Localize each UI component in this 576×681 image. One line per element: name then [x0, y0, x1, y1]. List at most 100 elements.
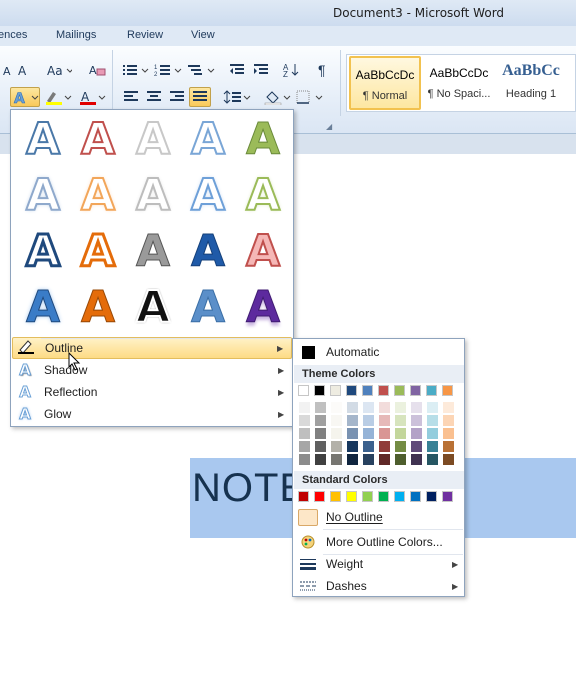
effect-style-3-1[interactable]: A: [15, 224, 71, 280]
standard-color-swatch[interactable]: [394, 491, 405, 502]
theme-color-shade-swatch[interactable]: [299, 415, 310, 426]
shrink-font-button[interactable]: A: [0, 60, 16, 80]
effect-style-2-2[interactable]: A: [70, 168, 126, 224]
theme-color-shade-swatch[interactable]: [443, 402, 454, 413]
theme-color-shade-swatch[interactable]: [395, 428, 406, 439]
theme-color-swatch[interactable]: [426, 385, 437, 396]
theme-color-shade-swatch[interactable]: [427, 428, 438, 439]
effect-style-4-1[interactable]: A: [15, 280, 71, 336]
theme-color-shade-swatch[interactable]: [299, 402, 310, 413]
align-left-button[interactable]: [120, 87, 142, 107]
theme-color-swatch[interactable]: [362, 385, 373, 396]
menu-item-outline[interactable]: Outline ▶: [12, 337, 292, 359]
weight-item[interactable]: Weight ▶: [294, 553, 464, 575]
effect-style-4-4[interactable]: A: [180, 280, 236, 336]
theme-color-shade-swatch[interactable]: [395, 402, 406, 413]
theme-color-shade-swatch[interactable]: [331, 454, 342, 465]
theme-color-swatch[interactable]: [330, 385, 341, 396]
change-case-button[interactable]: Aa: [45, 60, 73, 80]
style-normal[interactable]: AaBbCcDc ¶ Normal: [349, 56, 421, 110]
theme-color-shade-swatch[interactable]: [443, 441, 454, 452]
clear-formatting-button[interactable]: A: [86, 60, 108, 80]
standard-color-swatch[interactable]: [426, 491, 437, 502]
theme-color-shade-swatch[interactable]: [379, 454, 390, 465]
effect-style-1-3[interactable]: A: [125, 112, 181, 168]
theme-color-shade-swatch[interactable]: [363, 402, 374, 413]
theme-color-shade-swatch[interactable]: [315, 415, 326, 426]
theme-color-swatch[interactable]: [442, 385, 453, 396]
theme-color-shade-swatch[interactable]: [427, 415, 438, 426]
theme-color-swatch[interactable]: [378, 385, 389, 396]
theme-color-shade-swatch[interactable]: [427, 441, 438, 452]
tab-mailings[interactable]: Mailings: [56, 29, 96, 41]
theme-color-shade-swatch[interactable]: [411, 415, 422, 426]
theme-color-shade-swatch[interactable]: [395, 454, 406, 465]
theme-color-shade-swatch[interactable]: [347, 415, 358, 426]
automatic-color-item[interactable]: Automatic: [294, 341, 464, 363]
theme-color-shade-swatch[interactable]: [331, 428, 342, 439]
standard-color-swatch[interactable]: [346, 491, 357, 502]
effect-style-2-5[interactable]: A: [235, 168, 291, 224]
effect-style-4-2[interactable]: A: [70, 280, 126, 336]
effect-style-1-4[interactable]: A: [180, 112, 236, 168]
effect-style-4-3[interactable]: A: [125, 280, 181, 336]
bullets-button[interactable]: [120, 60, 150, 80]
effect-style-1-1[interactable]: A: [15, 112, 71, 168]
theme-color-shade-swatch[interactable]: [347, 441, 358, 452]
theme-color-shade-swatch[interactable]: [299, 441, 310, 452]
effect-style-2-1[interactable]: A: [15, 168, 71, 224]
theme-color-shade-swatch[interactable]: [411, 402, 422, 413]
highlight-color-button[interactable]: [44, 87, 72, 107]
justify-button[interactable]: [189, 87, 211, 107]
no-outline-item[interactable]: No Outline: [294, 506, 464, 528]
theme-color-shade-swatch[interactable]: [379, 402, 390, 413]
align-right-button[interactable]: [166, 87, 188, 107]
menu-item-glow[interactable]: A Glow ▶: [12, 403, 292, 425]
theme-color-shade-swatch[interactable]: [379, 415, 390, 426]
numbering-button[interactable]: 12: [153, 60, 183, 80]
borders-button[interactable]: [294, 87, 324, 107]
font-color-button[interactable]: A: [78, 87, 106, 107]
standard-color-swatch[interactable]: [330, 491, 341, 502]
theme-color-shade-swatch[interactable]: [379, 441, 390, 452]
theme-color-swatch[interactable]: [346, 385, 357, 396]
theme-color-shade-swatch[interactable]: [427, 454, 438, 465]
theme-color-shade-swatch[interactable]: [347, 428, 358, 439]
theme-color-shade-swatch[interactable]: [347, 454, 358, 465]
effect-style-3-3[interactable]: A: [125, 224, 181, 280]
theme-color-shade-swatch[interactable]: [363, 415, 374, 426]
standard-color-swatch[interactable]: [314, 491, 325, 502]
theme-color-swatch[interactable]: [314, 385, 325, 396]
theme-color-shade-swatch[interactable]: [299, 454, 310, 465]
menu-item-reflection[interactable]: A Reflection ▶: [12, 381, 292, 403]
theme-color-shade-swatch[interactable]: [347, 402, 358, 413]
theme-color-shade-swatch[interactable]: [331, 402, 342, 413]
theme-color-shade-swatch[interactable]: [331, 441, 342, 452]
theme-color-shade-swatch[interactable]: [379, 428, 390, 439]
standard-color-swatch[interactable]: [442, 491, 453, 502]
shading-button[interactable]: [262, 87, 292, 107]
effect-style-1-2[interactable]: A: [70, 112, 126, 168]
theme-color-swatch[interactable]: [410, 385, 421, 396]
effect-style-3-2[interactable]: A: [70, 224, 126, 280]
theme-color-shade-swatch[interactable]: [443, 428, 454, 439]
theme-color-swatch[interactable]: [298, 385, 309, 396]
theme-color-shade-swatch[interactable]: [411, 428, 422, 439]
theme-color-shade-swatch[interactable]: [443, 454, 454, 465]
standard-color-swatch[interactable]: [298, 491, 309, 502]
effect-style-1-5[interactable]: A: [235, 112, 291, 168]
increase-indent-button[interactable]: [250, 60, 272, 80]
style-heading-1[interactable]: AaBbCc Heading 1: [495, 56, 567, 110]
grow-font-button[interactable]: A: [16, 60, 32, 80]
menu-item-shadow[interactable]: A Shadow ▶: [12, 359, 292, 381]
more-outline-colors-item[interactable]: More Outline Colors...: [294, 531, 464, 553]
theme-color-shade-swatch[interactable]: [363, 454, 374, 465]
decrease-indent-button[interactable]: [226, 60, 248, 80]
standard-color-swatch[interactable]: [410, 491, 421, 502]
line-spacing-button[interactable]: [222, 87, 252, 107]
theme-color-shade-swatch[interactable]: [395, 415, 406, 426]
paragraph-dialog-launcher[interactable]: ◢: [326, 122, 332, 131]
style-no-spacing[interactable]: AaBbCcDc ¶ No Spaci...: [423, 56, 495, 110]
effect-style-4-5[interactable]: A: [235, 280, 291, 336]
theme-color-shade-swatch[interactable]: [331, 415, 342, 426]
